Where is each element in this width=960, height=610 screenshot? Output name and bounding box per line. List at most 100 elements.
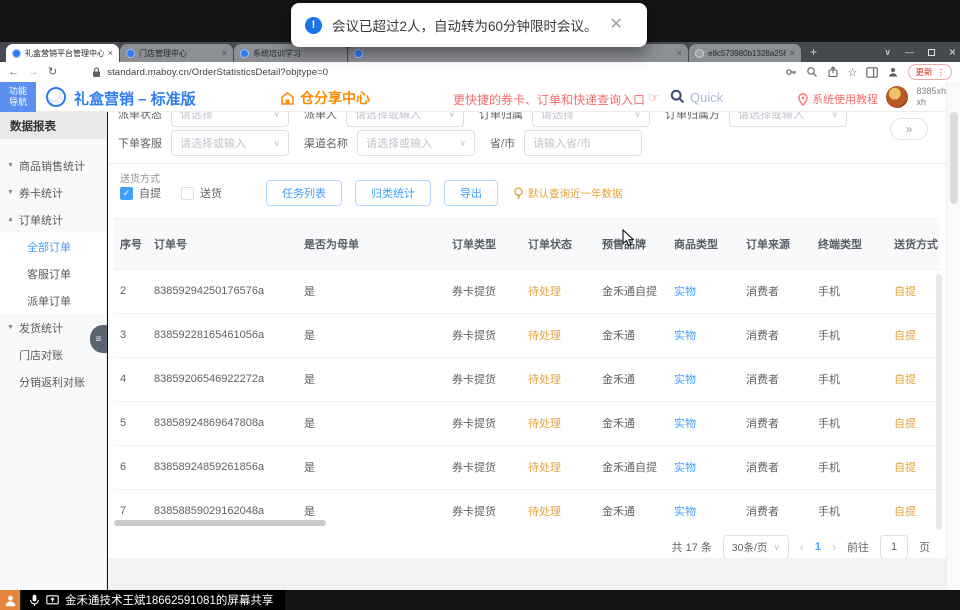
sidebar-item-label: 发货统计 bbox=[19, 320, 63, 336]
prev-page-button[interactable]: ‹ bbox=[800, 540, 804, 554]
share-center-link[interactable]: 仓分享中心 bbox=[280, 88, 370, 108]
table-cell: 消费者 bbox=[740, 401, 812, 445]
filter-select[interactable]: 请选择∨ bbox=[532, 112, 650, 127]
table-cell[interactable]: 实物 bbox=[668, 313, 740, 357]
page-size-select[interactable]: 30条/页 ∨ bbox=[723, 535, 789, 558]
function-nav-button[interactable]: 功能导航 bbox=[0, 82, 36, 112]
close-tab-icon[interactable]: × bbox=[677, 48, 682, 58]
share-icon[interactable] bbox=[827, 66, 839, 78]
checkbox-checked[interactable]: ✓ bbox=[120, 187, 133, 200]
sidebar-item[interactable]: 分销返利对账 bbox=[0, 368, 106, 395]
chevron-down-icon: ∨ bbox=[273, 112, 280, 120]
section-divider bbox=[108, 163, 946, 164]
password-key-icon[interactable] bbox=[785, 66, 797, 78]
expand-filters-button[interactable]: » bbox=[890, 118, 928, 140]
forward-icon[interactable]: → bbox=[28, 67, 39, 78]
filter-field: 订单归属方请选择或输入∨ bbox=[665, 112, 847, 127]
table-cell[interactable]: 实物 bbox=[668, 357, 740, 401]
table-cell: 83859228165461056a bbox=[148, 313, 298, 357]
sidebar-item-label: 券卡统计 bbox=[19, 185, 63, 201]
screen-share-icon bbox=[46, 595, 59, 606]
next-page-button[interactable]: › bbox=[832, 540, 836, 554]
table-cell: 待处理 bbox=[522, 401, 596, 445]
user-avatar[interactable] bbox=[886, 86, 908, 108]
profile-icon[interactable] bbox=[887, 66, 899, 78]
column-header: 序号 bbox=[114, 219, 148, 269]
meeting-toast: ! 会议已超过2人，自动转为60分钟限时会议。 ✕ bbox=[291, 3, 647, 47]
table-cell: 83858924869647808a bbox=[148, 401, 298, 445]
browser-update-button[interactable]: 更新 ⋮ bbox=[908, 64, 952, 80]
tab-search-icon[interactable]: ∨ bbox=[884, 47, 891, 58]
back-icon[interactable]: ← bbox=[8, 67, 19, 78]
sidebar-item-label: 客服订单 bbox=[27, 266, 71, 282]
new-tab-button[interactable]: + bbox=[810, 45, 817, 59]
filter-select[interactable]: 请选择∨ bbox=[171, 112, 289, 127]
sidebar-collapse-handle[interactable]: ≡ bbox=[90, 325, 107, 353]
table-vertical-scrollbar[interactable] bbox=[936, 274, 942, 530]
filter-label: 省/市 bbox=[490, 135, 515, 151]
bookmark-star-icon[interactable]: ☆ bbox=[848, 66, 858, 79]
quick-label[interactable]: Quick bbox=[690, 90, 723, 105]
close-window-icon[interactable]: × bbox=[949, 45, 956, 59]
placeholder-text: 请选择或输入 bbox=[355, 112, 421, 122]
main-content: 派单状态请选择∨派单人请选择或输入∨订单归属请选择∨订单归属方请选择或输入∨ »… bbox=[108, 112, 946, 558]
user-info[interactable]: 8385xh xh bbox=[916, 86, 946, 109]
column-header: 送货方式 bbox=[888, 219, 940, 269]
info-icon: ! bbox=[305, 17, 322, 34]
action-button[interactable]: 归类统计 bbox=[355, 180, 431, 206]
column-header: 终端类型 bbox=[812, 219, 888, 269]
quick-search-icon[interactable] bbox=[670, 89, 685, 104]
reload-icon[interactable]: ↻ bbox=[48, 67, 57, 78]
table-row: 583858924869647808a是券卡提货待处理金禾通实物消费者手机自提 bbox=[114, 401, 940, 445]
table-cell: 金禾通自提 bbox=[596, 445, 668, 489]
sidebar-item[interactable]: ▲订单统计 bbox=[0, 206, 106, 233]
close-tab-icon[interactable]: × bbox=[108, 48, 113, 58]
sidebar-item[interactable]: 派单订单 bbox=[0, 287, 106, 314]
close-icon[interactable]: ✕ bbox=[610, 17, 623, 33]
table-cell[interactable]: 实物 bbox=[668, 269, 740, 313]
action-button[interactable]: 任务列表 bbox=[266, 180, 342, 206]
filter-select[interactable]: 请选择或输入∨ bbox=[346, 112, 464, 127]
table-cell: 2 bbox=[114, 269, 148, 313]
current-page[interactable]: 1 bbox=[815, 541, 821, 553]
filter-select[interactable]: 请选择或输入∨ bbox=[171, 130, 289, 156]
sidebar-item[interactable]: 客服订单 bbox=[0, 260, 106, 287]
page-scrollbar[interactable] bbox=[946, 82, 960, 590]
table-cell: 待处理 bbox=[522, 445, 596, 489]
browser-tab[interactable]: e8c573980b1328a258fd2e6f8 × bbox=[689, 44, 801, 62]
sidebar-item[interactable]: ▼券卡统计 bbox=[0, 179, 106, 206]
table-cell[interactable]: 实物 bbox=[668, 489, 740, 530]
filter-select[interactable]: 请选择或输入∨ bbox=[357, 130, 475, 156]
browser-tab[interactable]: 礼盒营销平台管理中心× bbox=[6, 44, 119, 62]
table-cell: 6 bbox=[114, 445, 148, 489]
minimize-icon[interactable]: — bbox=[905, 47, 914, 57]
filter-select[interactable]: 请选择或输入∨ bbox=[729, 112, 847, 127]
placeholder-text: 请选择 bbox=[541, 112, 574, 122]
sidebar-item[interactable]: 全部订单 bbox=[0, 233, 106, 260]
sidebar-item[interactable]: ▼商品销售统计 bbox=[0, 152, 106, 179]
omnibox[interactable]: standard.maboy.cn/OrderStatisticsDetail?… bbox=[66, 67, 775, 78]
goto-page-input[interactable]: 1 bbox=[880, 535, 908, 558]
browser-tab[interactable]: 门店管理中心× bbox=[120, 44, 233, 62]
close-tab-icon[interactable]: × bbox=[222, 48, 227, 58]
filter-input[interactable]: 请输入省/市 bbox=[524, 130, 642, 156]
column-header: 商品类型 bbox=[668, 219, 740, 269]
lock-icon bbox=[92, 67, 101, 78]
table-cell[interactable]: 实物 bbox=[668, 445, 740, 489]
table-cell[interactable]: 实物 bbox=[668, 401, 740, 445]
checkbox-unchecked[interactable] bbox=[181, 187, 194, 200]
close-tab-icon[interactable]: × bbox=[790, 48, 795, 58]
maximize-icon[interactable] bbox=[928, 49, 935, 56]
column-header: 订单状态 bbox=[522, 219, 596, 269]
tutorial-link[interactable]: 系统使用教程 bbox=[798, 91, 878, 107]
filter-label: 下单客服 bbox=[118, 135, 162, 151]
tab-label: e8c573980b1328a258fd2e6f8 bbox=[708, 49, 786, 58]
zoom-icon[interactable] bbox=[806, 66, 818, 78]
side-panel-icon[interactable] bbox=[866, 67, 878, 78]
column-header: 是否为母单 bbox=[298, 219, 446, 269]
menu-dots-icon[interactable]: ⋮ bbox=[937, 67, 946, 78]
action-button[interactable]: 导出 bbox=[444, 180, 498, 206]
sharer-avatar[interactable] bbox=[0, 590, 20, 610]
brand-favicon-icon bbox=[354, 49, 363, 58]
horizontal-scrollbar[interactable] bbox=[114, 520, 326, 526]
